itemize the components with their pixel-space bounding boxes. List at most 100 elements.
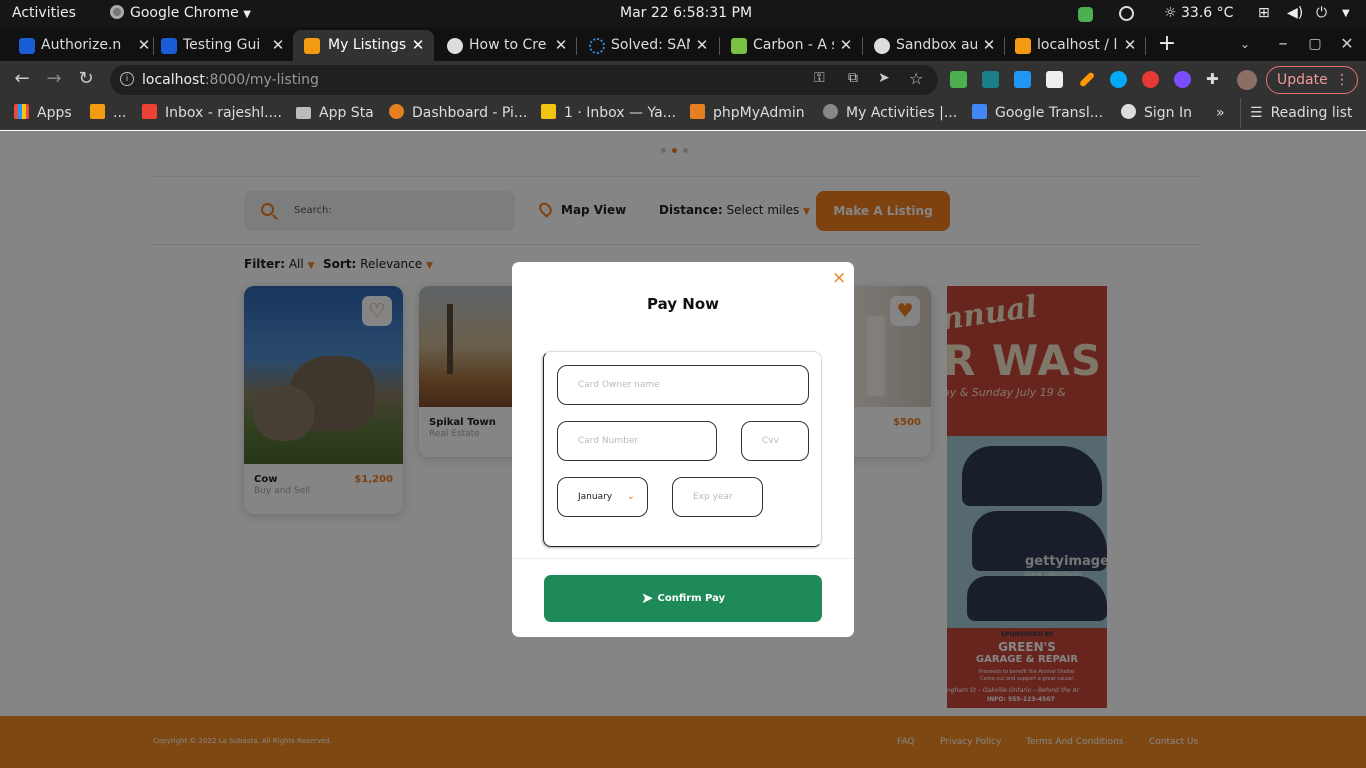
- tab-0[interactable]: Authorize.n ✕: [16, 30, 152, 61]
- bookmark-label: Inbox - rajeshl....: [165, 105, 282, 121]
- expiry-month-select[interactable]: January ⌄: [557, 477, 648, 517]
- navigation-bar: ← → ↻ i localhost:8000/my-listing ⚿ ⧉ ➤ …: [0, 61, 1366, 98]
- tab-1[interactable]: Testing Gui ✕: [158, 30, 286, 61]
- bookmark-label: 1 · Inbox — Ya...: [564, 105, 677, 121]
- confirm-pay-label: Confirm Pay: [657, 593, 726, 604]
- update-label: Update: [1277, 72, 1328, 88]
- reload-icon[interactable]: ↻: [73, 65, 99, 93]
- tab-title: How to Cre: [469, 37, 547, 53]
- reading-list-button[interactable]: ☰ Reading list: [1240, 98, 1352, 128]
- expiry-month-value: January: [578, 492, 613, 502]
- weather[interactable]: ☼ 33.6 °C: [1164, 0, 1233, 27]
- tab-5[interactable]: Carbon - A s ✕: [728, 30, 854, 61]
- github-icon: [874, 38, 890, 54]
- system-menu-caret-icon[interactable]: ▼: [1342, 0, 1350, 27]
- modal-title: Pay Now: [647, 295, 719, 313]
- bookmark-3[interactable]: App Sta: [296, 98, 374, 128]
- clock[interactable]: Mar 22 6:58:31 PM: [620, 0, 752, 27]
- temperature: 33.6 °C: [1181, 5, 1234, 21]
- tab-6[interactable]: Sandbox au ✕: [871, 30, 997, 61]
- card-number-input[interactable]: Card Number: [557, 421, 717, 461]
- bookmark-7[interactable]: My Activities |...: [823, 98, 957, 128]
- app-menu[interactable]: Google Chrome ▼: [110, 0, 251, 28]
- reading-list-icon: ☰: [1250, 105, 1263, 121]
- tab-2-active[interactable]: My Listings ✕: [293, 30, 434, 61]
- send-icon[interactable]: ➤: [878, 70, 890, 86]
- tab-4[interactable]: Solved: SAN ✕: [586, 30, 710, 61]
- tab-separator: [1004, 37, 1005, 55]
- activities-button[interactable]: Activities: [12, 0, 76, 27]
- bookmark-apps[interactable]: Apps: [14, 98, 72, 128]
- close-icon[interactable]: ×: [832, 268, 846, 288]
- bookmark-6[interactable]: phpMyAdmin: [690, 98, 805, 128]
- volume-icon[interactable]: ◀): [1287, 0, 1303, 27]
- confirm-pay-button[interactable]: ➤ Confirm Pay: [544, 575, 822, 622]
- tab-separator: [1145, 37, 1146, 55]
- network-icon[interactable]: ⊞: [1258, 0, 1270, 27]
- expiry-year-input[interactable]: Exp year: [672, 477, 763, 517]
- bookmark-1[interactable]: ...: [90, 98, 126, 128]
- skype-icon[interactable]: [1110, 71, 1127, 88]
- bookmark-4[interactable]: Dashboard - Pi...: [389, 98, 527, 128]
- bookmark-2[interactable]: Inbox - rajeshl....: [142, 98, 282, 128]
- tab-title: Solved: SAN: [611, 37, 690, 53]
- bookmark-favicon-icon: [389, 104, 404, 119]
- reading-list-label: Reading list: [1270, 105, 1353, 121]
- extension-badge-icon[interactable]: [950, 71, 967, 88]
- tab-title: My Listings: [328, 37, 407, 53]
- close-icon[interactable]: ✕: [553, 30, 569, 61]
- tab-title: localhost / l: [1037, 37, 1118, 53]
- extension-n-icon[interactable]: [982, 71, 999, 88]
- tab-title: Authorize.n: [41, 37, 122, 53]
- update-button[interactable]: Update ⋮: [1266, 66, 1358, 94]
- back-icon[interactable]: ←: [9, 65, 35, 93]
- extension-pen-icon[interactable]: [1078, 71, 1096, 88]
- update-notifier-icon[interactable]: [1078, 7, 1093, 22]
- close-window-icon[interactable]: ✕: [1334, 30, 1360, 58]
- bookmark-9[interactable]: Sign In: [1121, 98, 1192, 128]
- power-icon[interactable]: ⏻: [1316, 0, 1327, 27]
- extension-gear-icon[interactable]: [1174, 71, 1191, 88]
- sun-icon: ☼: [1164, 5, 1177, 21]
- tab-favicon-icon: [19, 38, 35, 54]
- close-icon[interactable]: ✕: [136, 30, 152, 61]
- close-icon[interactable]: ✕: [838, 30, 854, 61]
- tab-separator: [862, 37, 863, 55]
- avatar[interactable]: [1237, 70, 1257, 90]
- bookmark-label: ...: [113, 105, 127, 121]
- more-bookmarks-button[interactable]: »: [1216, 98, 1225, 128]
- close-icon[interactable]: ✕: [270, 30, 286, 61]
- close-icon[interactable]: ✕: [694, 30, 710, 61]
- close-icon[interactable]: ✕: [410, 30, 426, 61]
- close-icon[interactable]: ✕: [981, 30, 997, 61]
- bookmark-star-icon[interactable]: ☆: [909, 69, 923, 88]
- tab-7[interactable]: localhost / l ✕: [1012, 30, 1138, 61]
- record-icon[interactable]: [1119, 6, 1134, 21]
- chrome-icon: [110, 5, 124, 19]
- tab-favicon-icon: [161, 38, 177, 54]
- key-icon[interactable]: ⚿: [814, 70, 825, 86]
- forward-icon[interactable]: →: [41, 65, 67, 93]
- bookmark-8[interactable]: Google Transl...: [972, 98, 1103, 128]
- extension-ft-icon[interactable]: [1014, 71, 1031, 88]
- cvv-input[interactable]: Cvv: [741, 421, 809, 461]
- extensions-puzzle-icon[interactable]: ✚: [1206, 71, 1223, 88]
- globe-icon: [1121, 104, 1136, 119]
- minimize-icon[interactable]: –: [1270, 30, 1296, 58]
- maximize-icon[interactable]: ▢: [1302, 30, 1328, 58]
- tab-search-chevron-icon[interactable]: ⌄: [1232, 30, 1258, 58]
- bookmark-label: App Sta: [319, 105, 374, 121]
- address-bar[interactable]: i localhost:8000/my-listing ⚿ ⧉ ➤ ☆: [110, 65, 938, 95]
- tab-title: Carbon - A s: [753, 37, 834, 53]
- card-owner-input[interactable]: Card Owner name: [557, 365, 809, 405]
- tab-favicon-icon: [304, 38, 320, 54]
- extension-hand-icon[interactable]: [1142, 71, 1159, 88]
- bookmark-label: Google Transl...: [995, 105, 1104, 121]
- extension-car-icon[interactable]: [1046, 71, 1063, 88]
- tab-3[interactable]: How to Cre ✕: [444, 30, 569, 61]
- new-tab-plus-icon[interactable]: +: [1154, 30, 1180, 58]
- bookmark-5[interactable]: 1 · Inbox — Ya...: [541, 98, 676, 128]
- kebab-menu-icon: ⋮: [1335, 72, 1349, 88]
- open-in-window-icon[interactable]: ⧉: [848, 70, 858, 86]
- close-icon[interactable]: ✕: [1122, 30, 1138, 61]
